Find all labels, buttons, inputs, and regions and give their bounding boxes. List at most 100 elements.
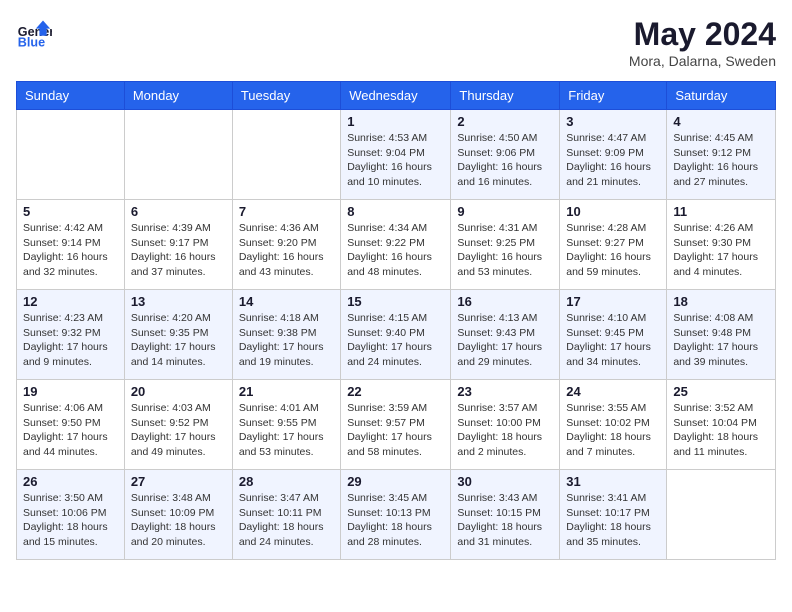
svg-text:Blue: Blue	[18, 36, 45, 50]
day-info: Sunrise: 4:34 AM Sunset: 9:22 PM Dayligh…	[347, 221, 444, 280]
weekday-header-cell: Friday	[560, 82, 667, 110]
calendar-day-cell: 24Sunrise: 3:55 AM Sunset: 10:02 PM Dayl…	[560, 380, 667, 470]
day-info: Sunrise: 4:45 AM Sunset: 9:12 PM Dayligh…	[673, 131, 769, 190]
calendar-day-cell: 6Sunrise: 4:39 AM Sunset: 9:17 PM Daylig…	[124, 200, 232, 290]
day-info: Sunrise: 4:23 AM Sunset: 9:32 PM Dayligh…	[23, 311, 118, 370]
calendar-day-cell: 18Sunrise: 4:08 AM Sunset: 9:48 PM Dayli…	[667, 290, 776, 380]
day-info: Sunrise: 4:26 AM Sunset: 9:30 PM Dayligh…	[673, 221, 769, 280]
day-info: Sunrise: 4:13 AM Sunset: 9:43 PM Dayligh…	[457, 311, 553, 370]
day-info: Sunrise: 4:10 AM Sunset: 9:45 PM Dayligh…	[566, 311, 660, 370]
calendar-day-cell: 16Sunrise: 4:13 AM Sunset: 9:43 PM Dayli…	[451, 290, 560, 380]
day-number: 13	[131, 294, 226, 309]
calendar-week-row: 19 Sunrise: 4:06 AM Sunset: 9:50 PM Dayli…	[17, 380, 776, 470]
calendar-day-cell	[667, 470, 776, 560]
day-info: Sunrise: 3:57 AM Sunset: 10:00 PM Daylig…	[457, 401, 553, 460]
day-info: Sunrise: 4:08 AM Sunset: 9:48 PM Dayligh…	[673, 311, 769, 370]
calendar-day-cell: 15Sunrise: 4:15 AM Sunset: 9:40 PM Dayli…	[341, 290, 451, 380]
day-number: 23	[457, 384, 553, 399]
day-number: 22	[347, 384, 444, 399]
day-info: Sunrise: 4:06 AM Sunset: 9:50 PM Dayligh…	[23, 401, 118, 460]
day-info: Sunrise: 3:59 AM Sunset: 9:57 PM Dayligh…	[347, 401, 444, 460]
day-info: Sunrise: 3:43 AM Sunset: 10:15 PM Daylig…	[457, 491, 553, 550]
day-info: Sunrise: 4:31 AM Sunset: 9:25 PM Dayligh…	[457, 221, 553, 280]
calendar-day-cell: 19 Sunrise: 4:06 AM Sunset: 9:50 PM Dayli…	[17, 380, 125, 470]
day-number: 25	[673, 384, 769, 399]
weekday-header-cell: Thursday	[451, 82, 560, 110]
day-info: Sunrise: 3:47 AM Sunset: 10:11 PM Daylig…	[239, 491, 334, 550]
calendar-day-cell: 23 Sunrise: 3:57 AM Sunset: 10:00 PM Dayl…	[451, 380, 560, 470]
calendar-day-cell: 7 Sunrise: 4:36 AM Sunset: 9:20 PM Daylig…	[232, 200, 340, 290]
calendar-table: SundayMondayTuesdayWednesdayThursdayFrid…	[16, 81, 776, 560]
day-number: 19	[23, 384, 118, 399]
day-info: Sunrise: 4:39 AM Sunset: 9:17 PM Dayligh…	[131, 221, 226, 280]
calendar-day-cell: 30 Sunrise: 3:43 AM Sunset: 10:15 PM Dayl…	[451, 470, 560, 560]
calendar-day-cell: 28Sunrise: 3:47 AM Sunset: 10:11 PM Dayl…	[232, 470, 340, 560]
day-info: Sunrise: 3:48 AM Sunset: 10:09 PM Daylig…	[131, 491, 226, 550]
day-number: 4	[673, 114, 769, 129]
calendar-week-row: 26Sunrise: 3:50 AM Sunset: 10:06 PM Dayl…	[17, 470, 776, 560]
calendar-day-cell: 26Sunrise: 3:50 AM Sunset: 10:06 PM Dayl…	[17, 470, 125, 560]
calendar-day-cell	[17, 110, 125, 200]
calendar-day-cell: 2Sunrise: 4:50 AM Sunset: 9:06 PM Daylig…	[451, 110, 560, 200]
calendar-day-cell: 4 Sunrise: 4:45 AM Sunset: 9:12 PM Daylig…	[667, 110, 776, 200]
title-block: May 2024 Mora, Dalarna, Sweden	[629, 16, 776, 69]
calendar-day-cell: 5 Sunrise: 4:42 AM Sunset: 9:14 PM Daylig…	[17, 200, 125, 290]
day-info: Sunrise: 3:45 AM Sunset: 10:13 PM Daylig…	[347, 491, 444, 550]
weekday-header-cell: Saturday	[667, 82, 776, 110]
weekday-header-cell: Tuesday	[232, 82, 340, 110]
day-number: 10	[566, 204, 660, 219]
day-number: 21	[239, 384, 334, 399]
day-info: Sunrise: 4:47 AM Sunset: 9:09 PM Dayligh…	[566, 131, 660, 190]
logo: General Blue	[16, 16, 52, 52]
day-number: 31	[566, 474, 660, 489]
day-info: Sunrise: 3:50 AM Sunset: 10:06 PM Daylig…	[23, 491, 118, 550]
day-info: Sunrise: 4:15 AM Sunset: 9:40 PM Dayligh…	[347, 311, 444, 370]
day-info: Sunrise: 4:03 AM Sunset: 9:52 PM Dayligh…	[131, 401, 226, 460]
weekday-header-cell: Monday	[124, 82, 232, 110]
calendar-day-cell	[124, 110, 232, 200]
calendar-day-cell: 25 Sunrise: 3:52 AM Sunset: 10:04 PM Dayl…	[667, 380, 776, 470]
day-number: 8	[347, 204, 444, 219]
calendar-week-row: 1 Sunrise: 4:53 AM Sunset: 9:04 PM Daylig…	[17, 110, 776, 200]
calendar-day-cell: 22 Sunrise: 3:59 AM Sunset: 9:57 PM Dayli…	[341, 380, 451, 470]
calendar-week-row: 5 Sunrise: 4:42 AM Sunset: 9:14 PM Daylig…	[17, 200, 776, 290]
calendar-day-cell: 8 Sunrise: 4:34 AM Sunset: 9:22 PM Daylig…	[341, 200, 451, 290]
day-number: 24	[566, 384, 660, 399]
day-number: 27	[131, 474, 226, 489]
calendar-day-cell: 13 Sunrise: 4:20 AM Sunset: 9:35 PM Dayli…	[124, 290, 232, 380]
day-info: Sunrise: 3:41 AM Sunset: 10:17 PM Daylig…	[566, 491, 660, 550]
day-number: 7	[239, 204, 334, 219]
calendar-body: 1 Sunrise: 4:53 AM Sunset: 9:04 PM Daylig…	[17, 110, 776, 560]
page-header: General Blue May 2024 Mora, Dalarna, Swe…	[16, 16, 776, 69]
day-number: 17	[566, 294, 660, 309]
day-number: 1	[347, 114, 444, 129]
day-info: Sunrise: 4:28 AM Sunset: 9:27 PM Dayligh…	[566, 221, 660, 280]
day-info: Sunrise: 4:50 AM Sunset: 9:06 PM Dayligh…	[457, 131, 553, 190]
day-number: 11	[673, 204, 769, 219]
day-info: Sunrise: 4:18 AM Sunset: 9:38 PM Dayligh…	[239, 311, 334, 370]
day-number: 30	[457, 474, 553, 489]
day-info: Sunrise: 3:52 AM Sunset: 10:04 PM Daylig…	[673, 401, 769, 460]
day-info: Sunrise: 4:53 AM Sunset: 9:04 PM Dayligh…	[347, 131, 444, 190]
day-number: 14	[239, 294, 334, 309]
calendar-week-row: 12 Sunrise: 4:23 AM Sunset: 9:32 PM Dayli…	[17, 290, 776, 380]
calendar-day-cell: 1 Sunrise: 4:53 AM Sunset: 9:04 PM Daylig…	[341, 110, 451, 200]
calendar-day-cell: 29Sunrise: 3:45 AM Sunset: 10:13 PM Dayl…	[341, 470, 451, 560]
calendar-day-cell: 31 Sunrise: 3:41 AM Sunset: 10:17 PM Dayl…	[560, 470, 667, 560]
calendar-day-cell	[232, 110, 340, 200]
day-info: Sunrise: 4:20 AM Sunset: 9:35 PM Dayligh…	[131, 311, 226, 370]
day-info: Sunrise: 4:42 AM Sunset: 9:14 PM Dayligh…	[23, 221, 118, 280]
day-number: 5	[23, 204, 118, 219]
location-subtitle: Mora, Dalarna, Sweden	[629, 53, 776, 69]
day-number: 9	[457, 204, 553, 219]
calendar-day-cell: 17 Sunrise: 4:10 AM Sunset: 9:45 PM Dayli…	[560, 290, 667, 380]
month-year-title: May 2024	[629, 16, 776, 53]
day-number: 12	[23, 294, 118, 309]
day-number: 3	[566, 114, 660, 129]
calendar-day-cell: 20Sunrise: 4:03 AM Sunset: 9:52 PM Dayli…	[124, 380, 232, 470]
day-info: Sunrise: 4:36 AM Sunset: 9:20 PM Dayligh…	[239, 221, 334, 280]
day-info: Sunrise: 4:01 AM Sunset: 9:55 PM Dayligh…	[239, 401, 334, 460]
calendar-day-cell: 3 Sunrise: 4:47 AM Sunset: 9:09 PM Daylig…	[560, 110, 667, 200]
calendar-day-cell: 21 Sunrise: 4:01 AM Sunset: 9:55 PM Dayli…	[232, 380, 340, 470]
calendar-day-cell: 14 Sunrise: 4:18 AM Sunset: 9:38 PM Dayli…	[232, 290, 340, 380]
